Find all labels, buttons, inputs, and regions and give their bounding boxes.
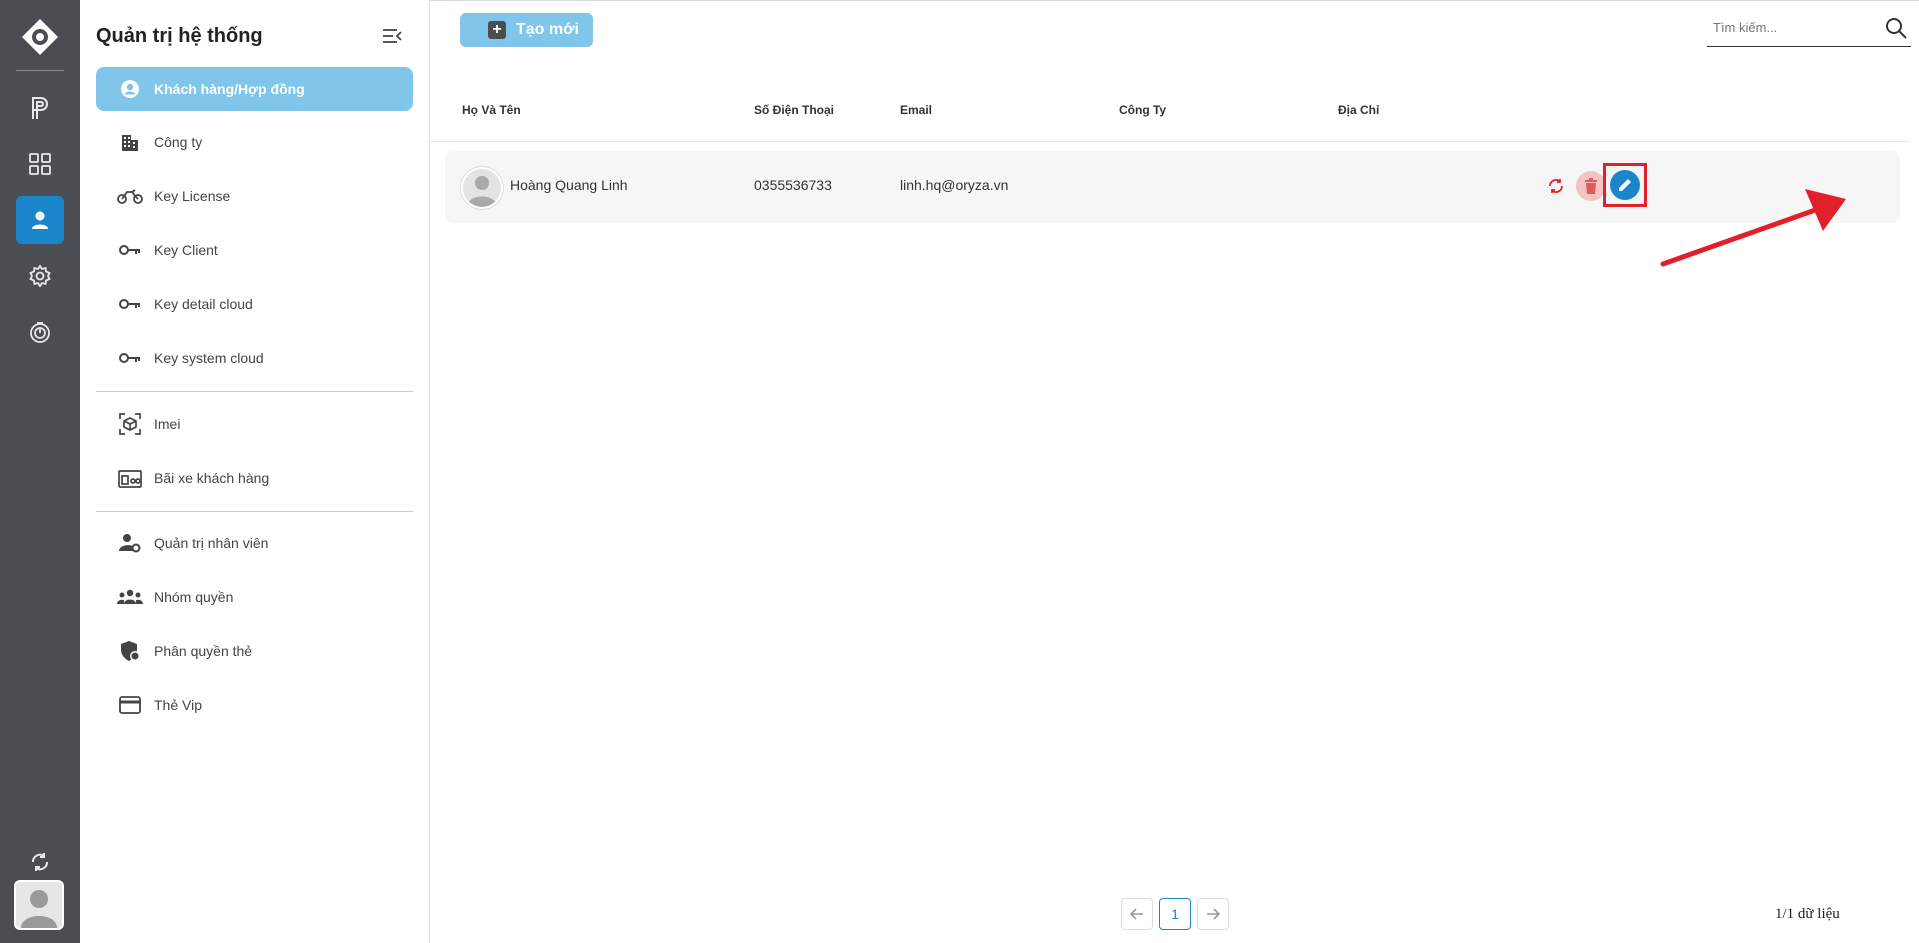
arrow-right-icon [1207,908,1220,920]
search-icon[interactable] [1885,17,1907,39]
table-row[interactable]: Hoàng Quang Linh 0355536733 linh.hq@oryz… [445,151,1900,223]
avatar-placeholder-icon [467,176,497,207]
edit-button[interactable] [1603,163,1647,207]
search-box [1707,11,1911,47]
column-header-address[interactable]: Địa Chỉ [1338,103,1379,117]
sidebar-item-key-detail-cloud[interactable]: Key detail cloud [96,282,413,326]
sidebar-divider [96,391,413,392]
icon-rail [0,0,80,943]
collapse-menu-icon[interactable] [382,28,402,44]
user-gear-icon [116,533,144,553]
cell-email: linh.hq@oryza.vn [900,177,1009,193]
sidebar-item-label: Phân quyền thẻ [154,643,253,659]
sidebar-item-customer-parking[interactable]: Bãi xe khách hàng [96,456,413,500]
sidebar-item-label: Imei [154,416,181,432]
sidebar-item-label: Công ty [154,134,203,150]
account-circle-icon [116,79,144,99]
search-input[interactable] [1711,19,1875,36]
settings-gear-icon [29,264,51,288]
parking-icon [32,97,48,119]
avatar [461,167,503,209]
rail-refresh[interactable] [16,838,64,886]
sync-icon [1549,179,1563,193]
trash-icon [1585,178,1597,194]
sidebar-item-vip-card[interactable]: Thẻ Vip [96,683,413,727]
sync-button[interactable] [1547,177,1565,195]
sidebar-item-label: Key detail cloud [154,296,253,312]
sidebar-title: Quản trị hệ thống [96,25,263,47]
cell-name: Hoàng Quang Linh [510,177,628,193]
rail-users[interactable] [16,196,64,244]
credit-card-icon [116,696,144,714]
page-number-button[interactable]: 1 [1159,898,1191,930]
history-timer-icon [30,322,50,343]
rail-settings[interactable] [16,252,64,300]
avatar[interactable] [14,880,64,930]
key-icon [116,243,144,257]
rail-dashboard[interactable] [16,140,64,188]
sidebar-item-customers[interactable]: Khách hàng/Hợp đồng [96,67,413,111]
sidebar-item-permission-groups[interactable]: Nhóm quyền [96,575,413,619]
sidebar-item-label: Key system cloud [154,350,264,366]
shield-user-icon [116,640,144,662]
key-icon [116,351,144,365]
table-header: Họ Và Tên Số Điện Thoại Email Công Ty Đị… [430,97,1910,142]
record-count: 1/1 dữ liệu [1775,906,1840,922]
delete-button[interactable] [1576,171,1606,201]
key-icon [116,297,144,311]
sidebar-item-key-license[interactable]: Key License [96,174,413,218]
motorbike-icon [116,187,144,205]
building-icon [116,132,144,152]
edit-button-circle [1610,170,1640,200]
sidebar-item-label: Key Client [154,242,218,258]
create-new-label: Tạo mới [516,21,579,38]
sidebar-item-company[interactable]: Công ty [96,120,413,164]
cell-phone: 0355536733 [754,177,832,193]
sidebar-item-key-client[interactable]: Key Client [96,228,413,272]
column-header-phone[interactable]: Số Điện Thoại [754,103,834,117]
sidebar-item-label: Khách hàng/Hợp đồng [154,81,305,97]
avatar-placeholder-icon [21,890,57,928]
sidebar-divider [96,511,413,512]
dashboard-grid-icon [29,153,51,175]
pencil-icon [1619,179,1631,191]
user-icon [32,211,48,229]
sidebar-item-label: Bãi xe khách hàng [154,470,270,486]
column-header-company[interactable]: Công Ty [1119,103,1166,117]
main-content: + Tạo mới Họ Và Tên Số Điện Thoại Email … [430,0,1919,943]
prev-page-button[interactable] [1121,898,1153,930]
column-header-name[interactable]: Họ Và Tên [462,103,521,117]
cube-scan-icon [116,413,144,435]
sidebar-item-staff[interactable]: Quản trị nhân viên [96,521,413,565]
sidebar-item-label: Quản trị nhân viên [154,535,269,551]
sidebar-item-label: Thẻ Vip [154,697,202,713]
create-new-button[interactable]: + Tạo mới [460,13,593,47]
sidebar-item-imei[interactable]: Imei [96,402,413,446]
sidebar-item-label: Key License [154,188,231,204]
column-header-email[interactable]: Email [900,103,932,117]
arrow-left-icon [1130,908,1143,920]
next-page-button[interactable] [1197,898,1229,930]
group-icon [116,589,144,605]
sidebar-item-key-system-cloud[interactable]: Key system cloud [96,336,413,380]
plus-icon: + [488,21,506,39]
sidebar-item-card-permissions[interactable]: Phân quyền thẻ [96,629,413,673]
parking-lot-icon [116,468,144,488]
rail-history[interactable] [16,308,64,356]
refresh-icon [32,853,48,871]
sidebar: Quản trị hệ thống Khách hàng/Hợp đồng Cô… [80,0,430,943]
rail-divider [16,70,64,71]
rail-parking[interactable] [16,84,64,132]
app-logo[interactable] [21,18,59,56]
sidebar-item-label: Nhóm quyền [154,589,234,605]
